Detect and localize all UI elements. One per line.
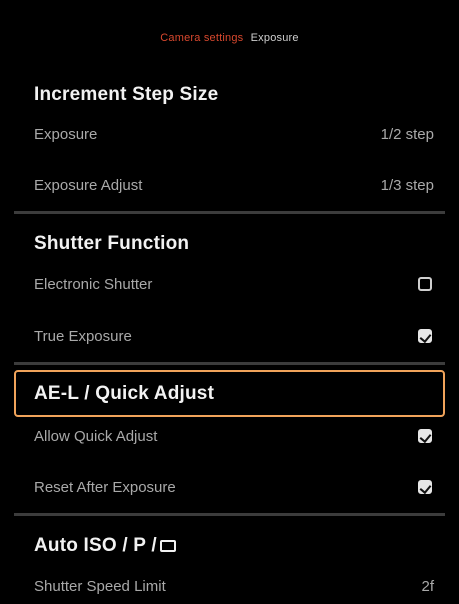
setting-label: True Exposure	[34, 327, 132, 345]
setting-label: Allow Quick Adjust	[34, 427, 158, 445]
setting-row-true-exposure[interactable]: True Exposure	[34, 320, 434, 352]
breadcrumb-current: Exposure	[250, 32, 299, 44]
breadcrumb: Camera settings Exposure	[0, 32, 459, 44]
setting-label: Shutter Speed Limit	[34, 577, 166, 595]
camera-settings-screen: Camera settings Exposure Increment Step …	[0, 0, 459, 604]
manual-mode-icon	[159, 540, 176, 552]
section-divider	[14, 211, 445, 214]
section-title-text: Auto ISO / P /	[34, 535, 157, 556]
checkbox-checked[interactable]	[418, 480, 432, 494]
setting-row-allow-quick-adjust[interactable]: Allow Quick Adjust	[34, 420, 434, 452]
section-title-shutter-function: Shutter Function	[34, 233, 190, 254]
setting-row-electronic-shutter[interactable]: Electronic Shutter	[34, 268, 434, 300]
section-divider	[14, 513, 445, 516]
checkbox-unchecked[interactable]	[418, 277, 432, 291]
setting-value: 1/2 step	[380, 125, 434, 143]
setting-row-reset-after-exposure[interactable]: Reset After Exposure	[34, 471, 434, 503]
setting-row-shutter-speed-limit[interactable]: Shutter Speed Limit 2f	[34, 570, 434, 602]
setting-label: Reset After Exposure	[34, 478, 176, 496]
checkbox-checked[interactable]	[418, 429, 432, 443]
breadcrumb-parent[interactable]: Camera settings	[160, 32, 243, 44]
setting-label: Exposure Adjust	[34, 176, 143, 194]
setting-row-exposure-adjust-step[interactable]: Exposure Adjust 1/3 step	[34, 169, 434, 201]
setting-row-exposure-step[interactable]: Exposure 1/2 step	[34, 118, 434, 150]
section-title-auto-iso: Auto ISO / P /	[34, 535, 176, 557]
setting-label: Electronic Shutter	[34, 275, 153, 293]
setting-value: 2f	[421, 577, 434, 595]
setting-value: 1/3 step	[380, 176, 434, 194]
section-divider	[14, 362, 445, 365]
section-title-ael-quick-adjust: AE-L / Quick Adjust	[34, 383, 215, 404]
section-title-increment-step-size: Increment Step Size	[34, 84, 219, 105]
selected-section-ael-quick-adjust[interactable]: AE-L / Quick Adjust	[14, 370, 445, 417]
setting-label: Exposure	[34, 125, 98, 143]
checkbox-checked[interactable]	[418, 329, 432, 343]
